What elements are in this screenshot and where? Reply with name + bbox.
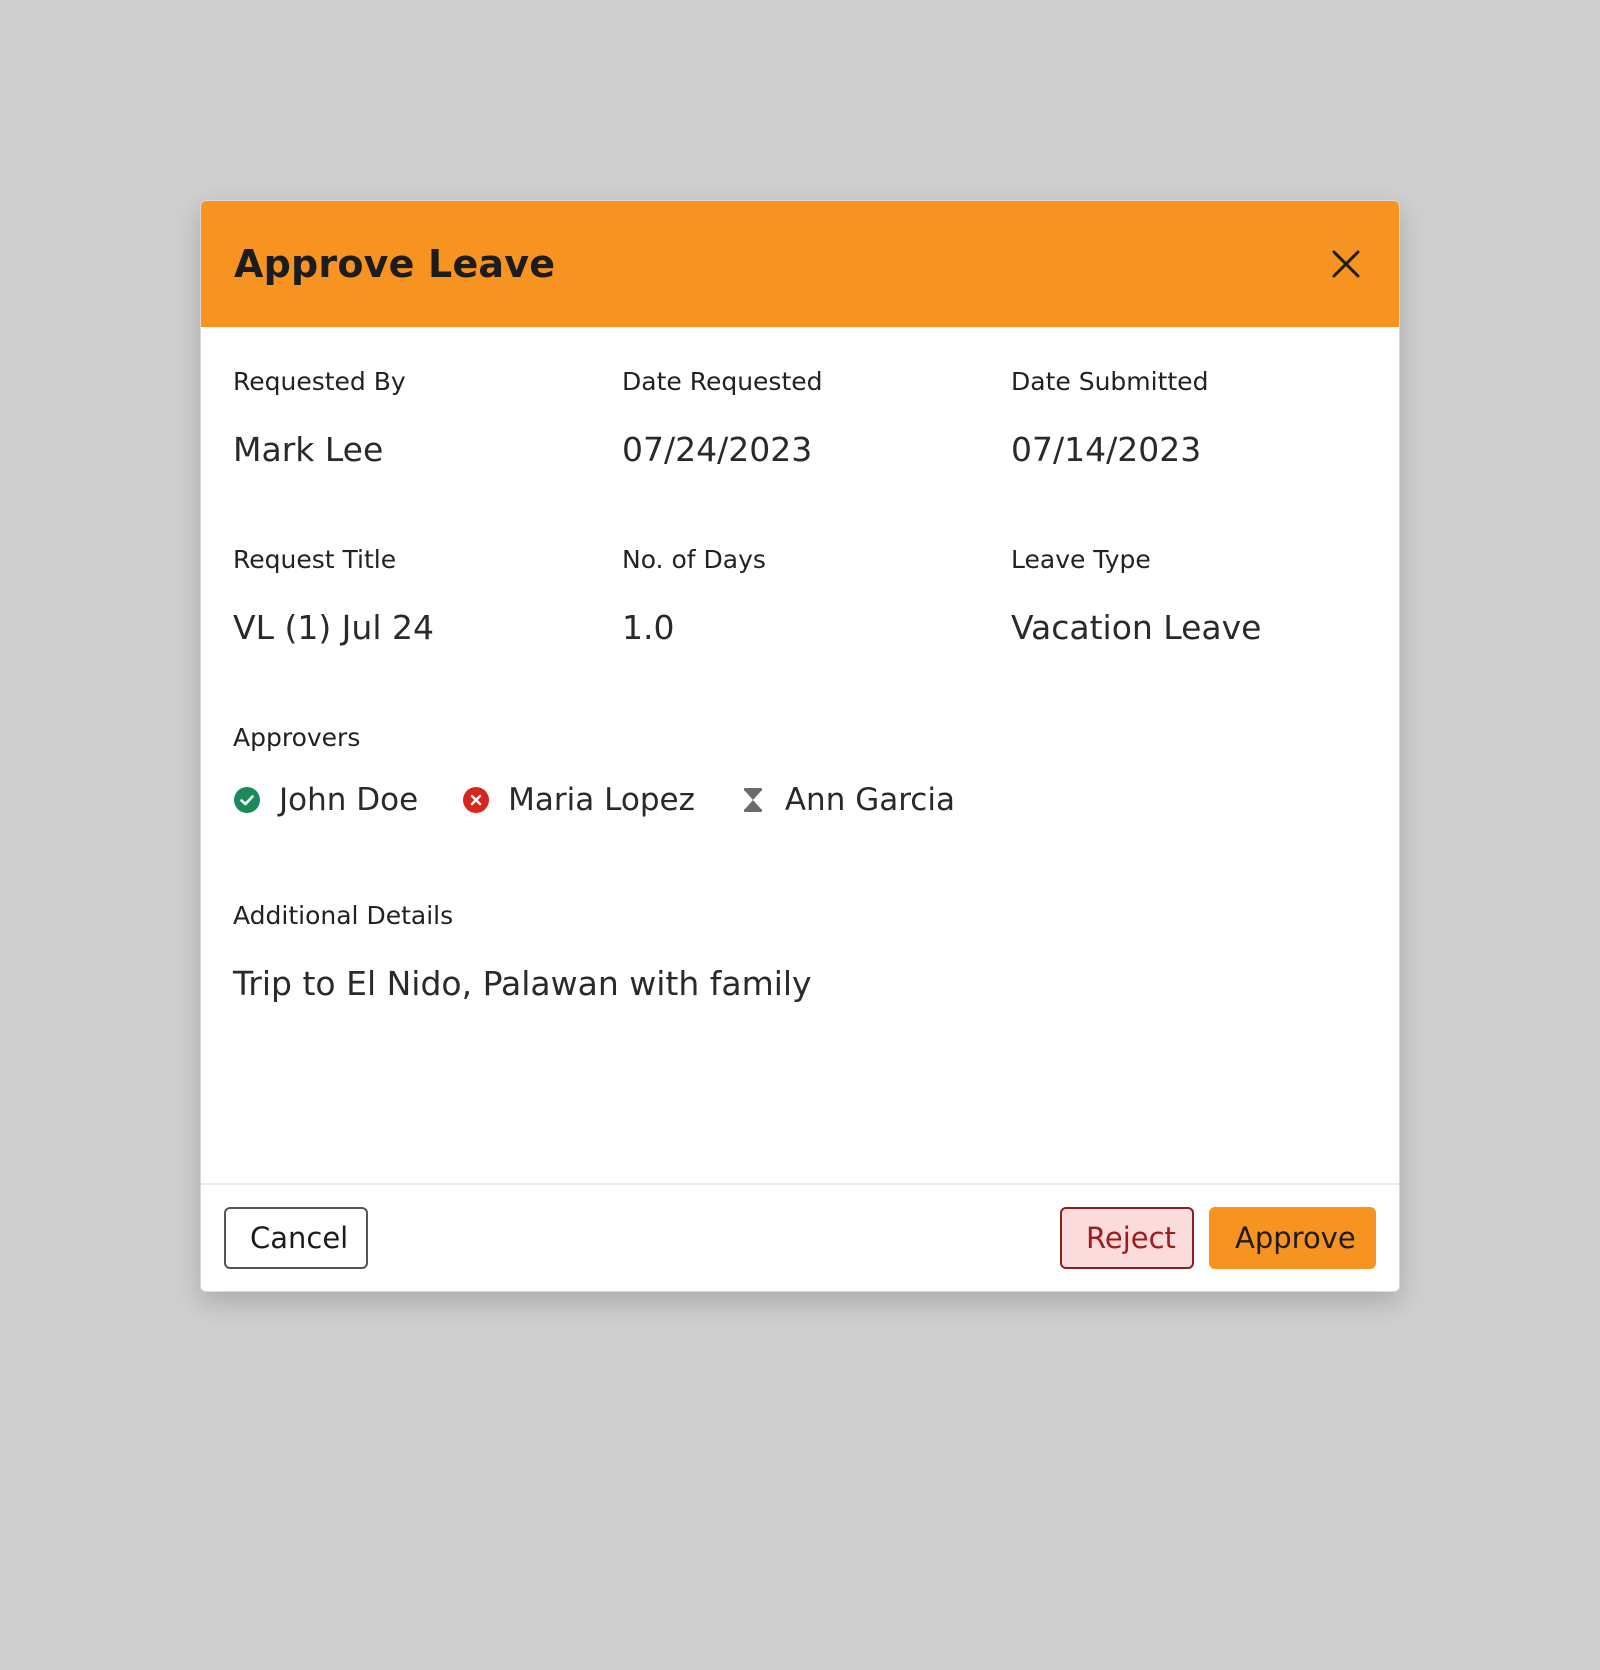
requested-by-label: Requested By — [233, 367, 406, 396]
approve-button[interactable]: Approve — [1209, 1207, 1376, 1269]
date-submitted-field: Date Submitted 07/14/2023 — [1011, 367, 1208, 469]
date-requested-label: Date Requested — [622, 367, 823, 396]
no-of-days-value: 1.0 — [622, 608, 675, 647]
modal-footer: Cancel Reject Approve — [201, 1183, 1399, 1291]
requested-by-value: Mark Lee — [233, 430, 384, 469]
close-icon — [1332, 250, 1360, 278]
approvers-field: Approvers John Doe Maria Lopez Ann Garci… — [233, 723, 999, 818]
leave-type-label: Leave Type — [1011, 545, 1151, 574]
no-of-days-label: No. of Days — [622, 545, 766, 574]
additional-details-field: Additional Details Trip to El Nido, Pala… — [233, 901, 812, 1003]
request-title-value: VL (1) Jul 24 — [233, 608, 434, 647]
modal-body: Requested By Mark Lee Date Requested 07/… — [201, 327, 1399, 1185]
modal-title: Approve Leave — [234, 242, 556, 286]
requested-by-field: Requested By Mark Lee — [233, 367, 406, 469]
no-of-days-field: No. of Days 1.0 — [622, 545, 766, 647]
approve-leave-modal: Approve Leave Requested By Mark Lee Date… — [200, 200, 1400, 1292]
approver-name: Ann Garcia — [784, 782, 955, 818]
reject-button[interactable]: Reject — [1060, 1207, 1194, 1269]
approvers-label: Approvers — [233, 723, 361, 752]
date-requested-field: Date Requested 07/24/2023 — [622, 367, 823, 469]
approver-name: Maria Lopez — [508, 782, 695, 818]
approver-ann-garcia: Ann Garcia — [739, 782, 955, 818]
date-submitted-label: Date Submitted — [1011, 367, 1209, 396]
date-submitted-value: 07/14/2023 — [1011, 430, 1202, 469]
additional-details-value: Trip to El Nido, Palawan with family — [233, 964, 812, 1003]
modal-header: Approve Leave — [201, 201, 1399, 327]
approver-name: John Doe — [279, 782, 419, 818]
cancel-button[interactable]: Cancel — [224, 1207, 368, 1269]
approver-john-doe: John Doe — [233, 782, 418, 818]
date-requested-value: 07/24/2023 — [622, 430, 813, 469]
footer-actions: Reject Approve — [1060, 1207, 1376, 1269]
additional-details-label: Additional Details — [233, 901, 454, 930]
leave-type-value: Vacation Leave — [1011, 608, 1262, 647]
request-title-label: Request Title — [233, 545, 397, 574]
hourglass-icon — [739, 786, 767, 814]
approvers-list: John Doe Maria Lopez Ann Garcia — [233, 782, 999, 818]
approver-maria-lopez: Maria Lopez — [462, 782, 695, 818]
x-circle-icon — [462, 786, 490, 814]
check-circle-icon — [233, 786, 261, 814]
close-button[interactable] — [1324, 242, 1368, 286]
request-title-field: Request Title VL (1) Jul 24 — [233, 545, 434, 647]
leave-type-field: Leave Type Vacation Leave — [1011, 545, 1261, 647]
